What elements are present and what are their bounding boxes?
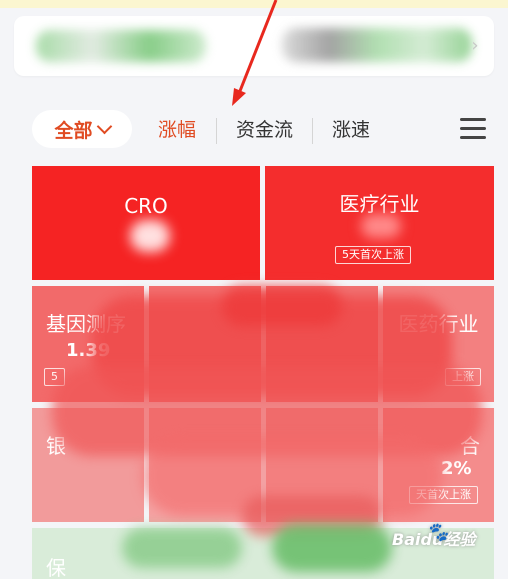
redacted-value: [361, 214, 401, 238]
redaction-scribble-green: [272, 524, 392, 572]
tile-name: 医疗行业: [339, 192, 420, 216]
sector-tile-yiliao[interactable]: 医疗行业 5天首次上涨: [265, 166, 494, 280]
redaction-scribble: [222, 286, 342, 326]
filter-label: 全部: [54, 119, 93, 142]
sector-tabs: 全部 涨幅 资金流 涨速: [0, 106, 508, 154]
tile-badge: 5天首次上涨: [335, 246, 411, 264]
redacted-value: [130, 220, 170, 252]
sector-heatmap: CRO 医疗行业 5天首次上涨 基因测序 1.39 5 医药行业 上涨 银 合 …: [32, 166, 494, 579]
tab-divider: [216, 118, 217, 144]
baidu-watermark: Baidu经验 🐾: [392, 522, 500, 566]
tab-divider: [312, 118, 313, 144]
filter-dropdown-button[interactable]: 全部: [32, 110, 132, 148]
tile-value: 2%: [441, 458, 472, 479]
sector-tile-cro[interactable]: CRO: [32, 166, 260, 280]
chevron-down-icon: [96, 118, 112, 135]
redaction-scribble-green: [122, 528, 242, 568]
tab-zhangsu[interactable]: 涨速: [332, 114, 370, 146]
tab-zijinliu[interactable]: 资金流: [236, 114, 293, 146]
tile-name: CRO: [124, 194, 168, 218]
hamburger-menu-icon[interactable]: [460, 118, 486, 140]
tab-zhangfu[interactable]: 涨幅: [158, 114, 196, 146]
paw-icon: 🐾: [426, 522, 449, 543]
